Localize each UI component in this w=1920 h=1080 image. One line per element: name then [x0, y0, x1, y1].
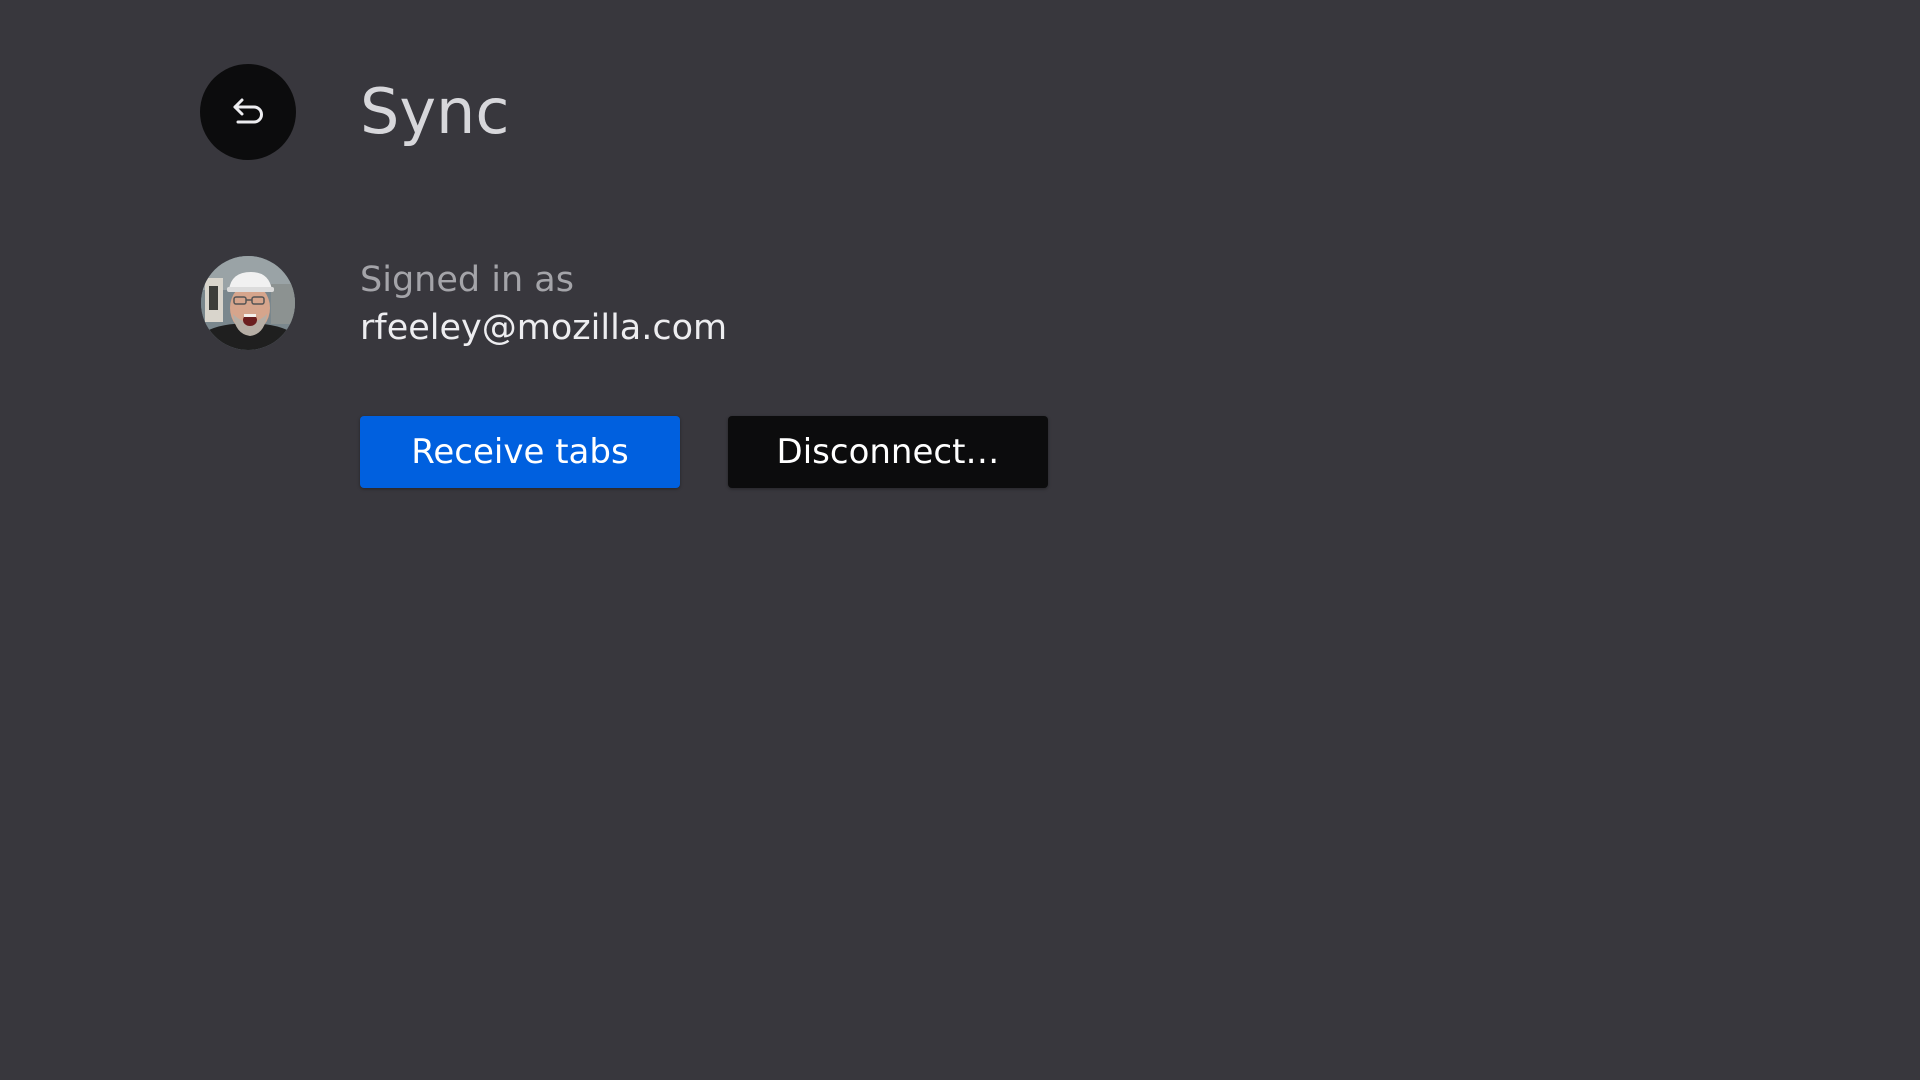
- account-email: rfeeley@mozilla.com: [360, 308, 728, 348]
- user-avatar-photo: [201, 256, 295, 350]
- avatar: [201, 256, 295, 350]
- signed-in-label: Signed in as: [360, 260, 574, 300]
- page-title: Sync: [360, 75, 510, 148]
- receive-tabs-button[interactable]: Receive tabs: [360, 416, 680, 488]
- back-arrow-icon: [228, 92, 268, 132]
- disconnect-button[interactable]: Disconnect…: [728, 416, 1048, 488]
- sync-settings-screen: Sync Signed in as rfeeley@mozilla.com Re…: [0, 0, 1920, 1080]
- back-button[interactable]: [200, 64, 296, 160]
